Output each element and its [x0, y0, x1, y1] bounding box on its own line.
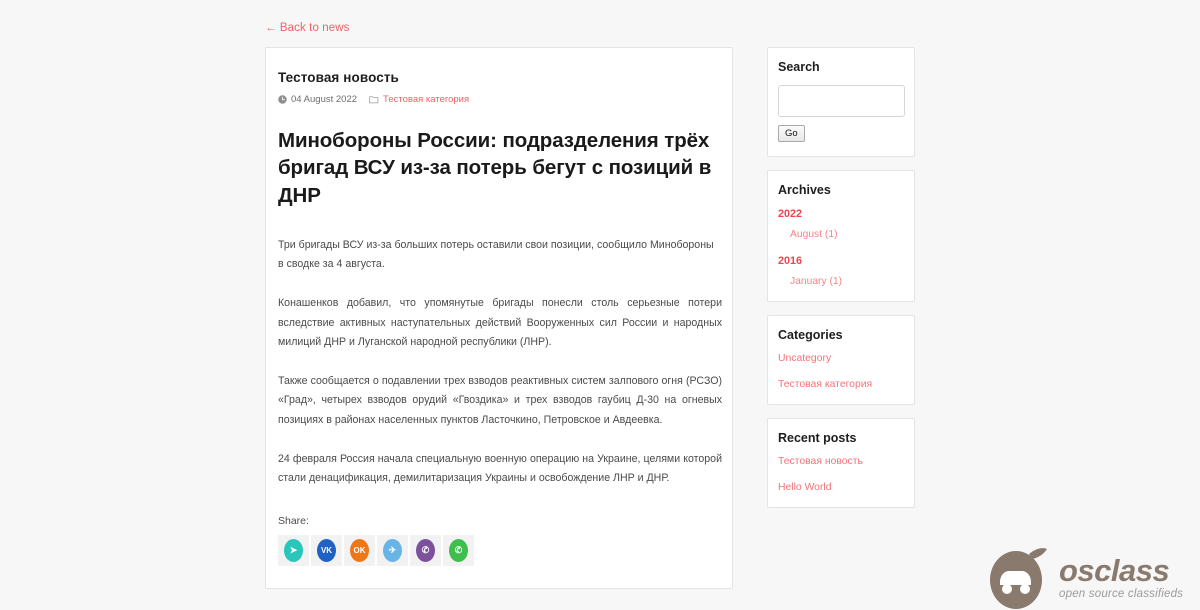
- article-paragraph: Три бригады ВСУ из-за больших потерь ост…: [278, 236, 722, 275]
- archive-month-link[interactable]: August (1): [790, 229, 904, 240]
- article-card: Тестовая новость 04 August 2022: [265, 47, 733, 589]
- article-date: 04 August 2022: [278, 94, 357, 105]
- main-column: Тестовая новость 04 August 2022: [265, 47, 733, 589]
- page-root: ← Back to news Тестовая новость: [0, 0, 1200, 610]
- osclass-logo-text: osclass open source classifieds: [1059, 555, 1183, 600]
- archives-widget: Archives 2022 August (1) 2016 January (1…: [767, 170, 915, 302]
- odnoklassniki-share-icon-glyph: OK: [350, 539, 369, 562]
- osclass-branding: osclass open source classifieds: [988, 540, 1183, 610]
- back-to-news-link[interactable]: ← Back to news: [265, 22, 350, 34]
- folder-icon: [369, 95, 383, 104]
- article-subject-title: Тестовая новость: [278, 70, 722, 85]
- article-body: Тестовая новость 04 August 2022: [276, 70, 724, 566]
- search-widget-title: Search: [778, 60, 904, 74]
- odnoklassniki-share-icon[interactable]: OK: [344, 535, 375, 566]
- recent-post-link[interactable]: Hello World: [778, 482, 904, 493]
- search-input[interactable]: [778, 85, 905, 117]
- clock-icon: [278, 95, 291, 104]
- categories-widget: Categories Uncategory Тестовая категория: [767, 315, 915, 405]
- viber-share-icon-glyph: ✆: [416, 539, 435, 562]
- share-buttons: ➤ VK OK ✈ ✆ ✆: [278, 535, 722, 566]
- article-category-link[interactable]: Тестовая категория: [383, 94, 469, 105]
- content-wrapper: ← Back to news Тестовая новость: [265, 18, 915, 589]
- two-column-layout: Тестовая новость 04 August 2022: [265, 47, 915, 589]
- whatsapp-share-icon-glyph: ✆: [449, 539, 468, 562]
- archive-year-link[interactable]: 2016: [778, 255, 904, 267]
- viber-share-icon[interactable]: ✆: [410, 535, 441, 566]
- categories-widget-title: Categories: [778, 328, 904, 342]
- article-meta: 04 August 2022 Тестовая категория: [278, 94, 722, 105]
- whatsapp-share-icon[interactable]: ✆: [443, 535, 474, 566]
- category-link[interactable]: Uncategory: [778, 353, 904, 364]
- article-date-text: 04 August 2022: [291, 94, 357, 105]
- vk-share-icon-glyph: VK: [317, 539, 336, 562]
- archive-year-link[interactable]: 2022: [778, 208, 904, 220]
- osclass-logo-tagline: open source classifieds: [1059, 588, 1183, 600]
- surfingbird-share-icon[interactable]: ➤: [278, 535, 309, 566]
- search-widget: Search Go: [767, 47, 915, 157]
- recent-posts-widget-title: Recent posts: [778, 431, 904, 445]
- article-paragraph: Также сообщается о подавлении трех взвод…: [278, 372, 722, 431]
- sidebar: Search Go Archives 2022 August (1) 2016 …: [767, 47, 915, 521]
- article-category: Тестовая категория: [369, 94, 469, 105]
- recent-post-link[interactable]: Тестовая новость: [778, 456, 904, 467]
- article-paragraph: 24 февраля Россия начала специальную вое…: [278, 450, 722, 489]
- osclass-logo-word: osclass: [1059, 555, 1183, 586]
- recent-posts-widget: Recent posts Тестовая новость Hello Worl…: [767, 418, 915, 508]
- category-link[interactable]: Тестовая категория: [778, 379, 904, 390]
- archive-month-link[interactable]: January (1): [790, 276, 904, 287]
- search-go-button[interactable]: Go: [778, 125, 805, 142]
- vk-share-icon[interactable]: VK: [311, 535, 342, 566]
- article-paragraph: Конашенков добавил, что упомянутые брига…: [278, 294, 722, 353]
- share-label: Share:: [278, 515, 722, 527]
- article-headline: Минобороны России: подразделения трёх бр…: [278, 127, 722, 209]
- surfingbird-share-icon-glyph: ➤: [284, 539, 303, 562]
- telegram-share-icon[interactable]: ✈: [377, 535, 408, 566]
- telegram-share-icon-glyph: ✈: [383, 539, 402, 562]
- osclass-acorn-logo-icon: [988, 540, 1050, 610]
- archives-widget-title: Archives: [778, 183, 904, 197]
